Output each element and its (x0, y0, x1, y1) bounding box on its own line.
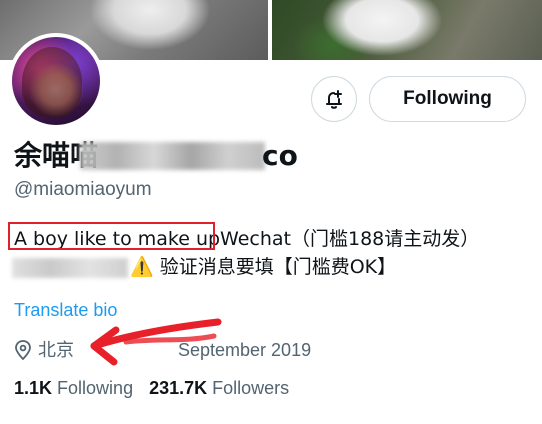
following-count: 1.1K (14, 378, 53, 398)
avatar-detail (22, 47, 82, 117)
notification-button[interactable] (311, 76, 357, 122)
display-name-redaction (80, 142, 265, 170)
user-handle: @miaomiaoyum (14, 179, 152, 200)
bio-line-2-text: 验证消息要填【门槛费OK】 (159, 256, 397, 278)
following-label: Following (57, 378, 134, 398)
following-stat[interactable]: 1.1K Following (14, 378, 133, 398)
bio-rest-text: Wechat（门槛188请主动发） (220, 228, 480, 250)
location-text: 北京 (38, 340, 74, 360)
display-name-tail: co (262, 139, 298, 172)
location-info: 北京 (14, 338, 74, 362)
followers-stat[interactable]: 231.7K Followers (149, 378, 289, 398)
following-button[interactable]: Following (369, 76, 526, 122)
bio-line-2: ⚠️ 验证消息要填【门槛费OK】 (130, 254, 396, 280)
followers-count: 231.7K (149, 378, 208, 398)
follow-stats: 1.1K Following 231.7K Followers (14, 376, 289, 400)
notification-bell-plus-icon (326, 90, 342, 109)
bio-highlight-box (8, 222, 215, 250)
warning-sign-icon: ⚠️ (130, 256, 154, 278)
red-arrow-annotation (90, 318, 222, 366)
bio-redaction (12, 258, 128, 278)
banner-image-right (272, 0, 542, 60)
location-pin-icon (15, 340, 31, 360)
avatar[interactable] (8, 33, 104, 129)
followers-label: Followers (212, 378, 290, 398)
